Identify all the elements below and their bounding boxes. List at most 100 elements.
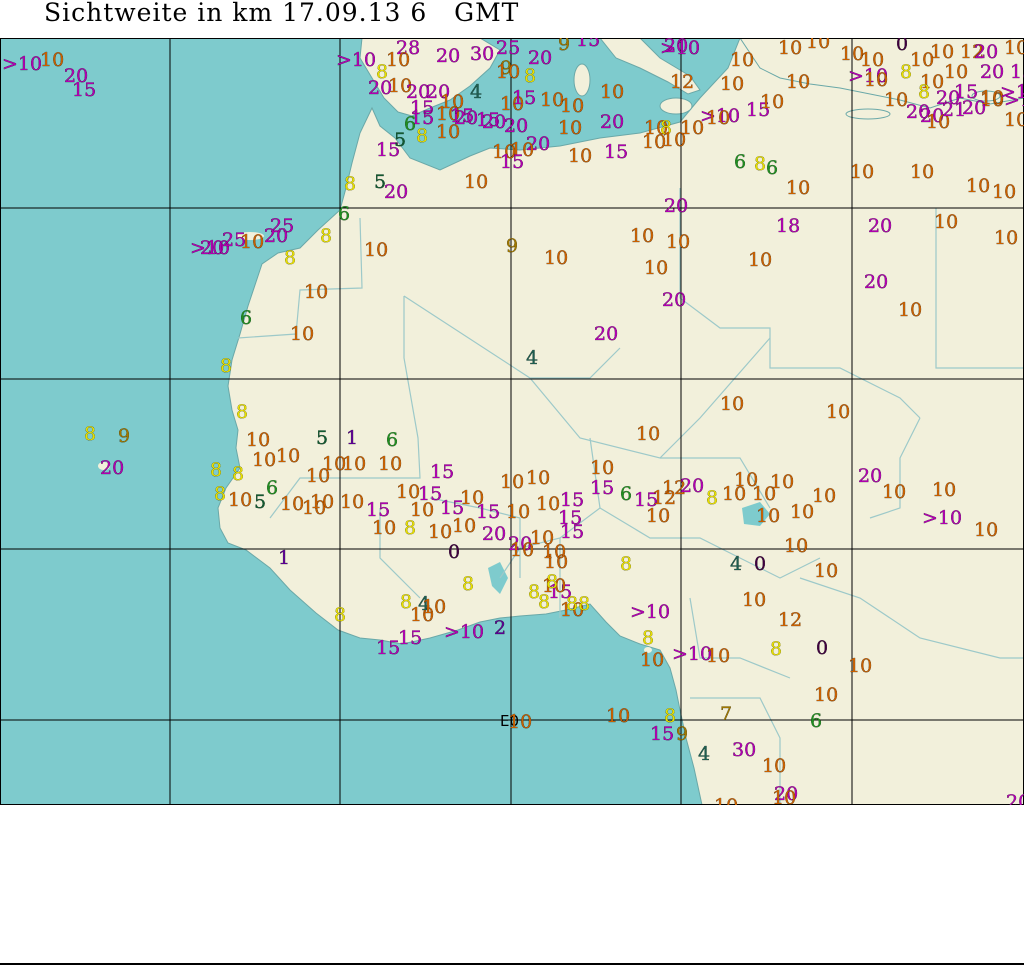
- visibility-observation-label: 10: [730, 49, 754, 71]
- visibility-observation-label: 10: [290, 323, 314, 345]
- visibility-observation-label: 0: [754, 553, 766, 575]
- visibility-observation-label: 10: [428, 521, 452, 543]
- visibility-observation-label: 10: [422, 596, 446, 618]
- visibility-observation-label: 10: [276, 445, 300, 467]
- visibility-observation-label: 10: [372, 517, 396, 539]
- visibility-observation-label: 10: [464, 171, 488, 193]
- visibility-observation-label: 20: [504, 115, 528, 137]
- visibility-observation-label: 10: [228, 489, 252, 511]
- visibility-observation-label: 10: [1004, 109, 1024, 131]
- visibility-observation-label: 10: [848, 655, 872, 677]
- visibility-observation-label: 15: [512, 87, 536, 109]
- visibility-observation-label: 20: [482, 523, 506, 545]
- visibility-observation-label: 8: [706, 487, 718, 509]
- visibility-observation-label: 10: [568, 145, 592, 167]
- visibility-observation-label: 10: [386, 49, 410, 71]
- visibility-observation-label: >10: [922, 507, 962, 529]
- visibility-observation-label: 10: [310, 491, 334, 513]
- visibility-observation-label: 10: [636, 423, 660, 445]
- visibility-observation-label: 10: [640, 649, 664, 671]
- visibility-observation-label: 10: [814, 560, 838, 582]
- visibility-observation-label: 15: [650, 723, 674, 745]
- visibility-observation-label: 20: [858, 465, 882, 487]
- visibility-observation-label: 10: [778, 38, 802, 59]
- visibility-observation-label: 10: [544, 247, 568, 269]
- visibility-observation-label: 10: [252, 449, 276, 471]
- visibility-observation-label: 10: [644, 257, 668, 279]
- visibility-observation-label: 10: [742, 589, 766, 611]
- visibility-observation-label: 20: [594, 323, 618, 345]
- visibility-observation-label: 20: [864, 271, 888, 293]
- visibility-observation-label: 8: [344, 173, 356, 195]
- visibility-observation-label: 10: [342, 453, 366, 475]
- visibility-observation-label: 5: [316, 427, 328, 449]
- visibility-observation-label: 8: [404, 517, 416, 539]
- visibility-observation-label: 10: [662, 129, 686, 151]
- visibility-observation-label: 8: [220, 355, 232, 377]
- visibility-observation-label: 2: [494, 617, 506, 639]
- visibility-observation-label: 9: [506, 235, 518, 257]
- visibility-observation-label: 10: [542, 541, 566, 563]
- visibility-observation-label: 10: [850, 161, 874, 183]
- map-title: Sichtweite in km 17.09.13 6 GMT: [44, 0, 520, 27]
- visibility-observation-label: 10: [452, 515, 476, 537]
- visibility-observation-label: 8: [210, 459, 222, 481]
- visibility-observation-label: 8: [284, 247, 296, 269]
- visibility-observation-label: 10: [826, 401, 850, 423]
- visibility-observation-label: 6: [266, 477, 278, 499]
- visibility-observation-label: 4: [698, 743, 710, 765]
- visibility-observation-label: 10: [246, 429, 270, 451]
- visibility-observation-label: 10: [304, 281, 328, 303]
- visibility-observation-label: >10: [1000, 81, 1024, 103]
- visibility-observation-label: 10: [606, 705, 630, 727]
- visibility-observation-label: 1: [278, 547, 290, 569]
- visibility-observation-label: 10: [280, 493, 304, 515]
- visibility-observation-label: 10: [706, 645, 730, 667]
- visibility-observation-label: 8: [84, 423, 96, 445]
- visibility-observation-label: 1: [346, 427, 358, 449]
- visibility-observation-label: 15: [1010, 61, 1024, 83]
- weather-visibility-map-page: Sichtweite in km 17.09.13 6 GMT E0 10 >1…: [0, 0, 1024, 965]
- visibility-observation-label: 15: [398, 627, 422, 649]
- visibility-observation-label: 15: [500, 151, 524, 173]
- visibility-observation-label: 10: [864, 69, 888, 91]
- visibility-observation-label: 10: [40, 49, 64, 71]
- visibility-observation-label: 10: [340, 491, 364, 513]
- visibility-observation-label: 10: [882, 481, 906, 503]
- visibility-observation-label: 10: [706, 107, 730, 129]
- visibility-observation-label: 10: [806, 38, 830, 53]
- visibility-observation-label: 10: [934, 211, 958, 233]
- visibility-observation-label: 10: [884, 89, 908, 111]
- visibility-observation-label: 18: [776, 215, 800, 237]
- visibility-observation-label: 15: [476, 501, 500, 523]
- visibility-observation-label: 9: [676, 723, 688, 745]
- visibility-observation-label: 9: [118, 425, 130, 447]
- visibility-observation-label: >10: [444, 621, 484, 643]
- visibility-observation-label: 6: [620, 483, 632, 505]
- visibility-observation-label: 10: [508, 711, 532, 733]
- visibility-observation-label: 6: [386, 429, 398, 451]
- visibility-observation-label: >10: [660, 38, 700, 59]
- visibility-observation-label: 20: [600, 111, 624, 133]
- visibility-observation-label: 10: [762, 755, 786, 777]
- visibility-observation-label: 10: [590, 457, 614, 479]
- visibility-observation-label: 10: [1004, 38, 1024, 59]
- visibility-observation-label: 10: [756, 505, 780, 527]
- visibility-observation-label: 8: [754, 153, 766, 175]
- visibility-observation-label: 20: [264, 225, 288, 247]
- visibility-observation-label: 20: [680, 475, 704, 497]
- visibility-observation-label: 10: [646, 505, 670, 527]
- visibility-observation-label: 10: [714, 795, 738, 805]
- visibility-observation-label: >10: [2, 53, 42, 75]
- visibility-observation-label: 20: [384, 181, 408, 203]
- visibility-observation-label: 0: [448, 541, 460, 563]
- visibility-observation-label: 9: [558, 38, 570, 55]
- visibility-observation-label: 10: [992, 181, 1016, 203]
- visibility-observation-label: 12: [778, 609, 802, 631]
- visibility-observation-label: 20: [436, 45, 460, 67]
- visibility-observation-label: 5: [394, 129, 406, 151]
- visibility-observation-label: >10: [630, 601, 670, 623]
- visibility-observation-label: 8: [524, 65, 536, 87]
- visibility-observation-label: 6: [734, 151, 746, 173]
- visibility-observation-label: 15: [604, 141, 628, 163]
